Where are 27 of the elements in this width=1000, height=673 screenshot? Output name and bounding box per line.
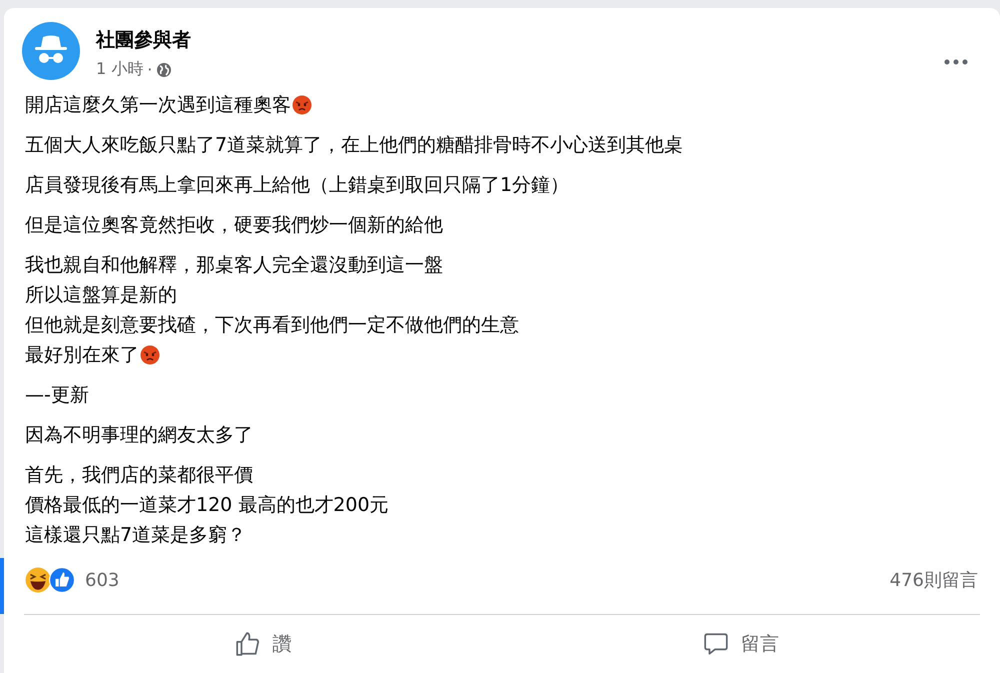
- post-text: 這樣還只點7道菜是多窮？: [25, 523, 246, 548]
- post-text: 但是這位奧客竟然拒收，硬要我們炒一個新的給他: [25, 213, 443, 238]
- speech-bubble-icon: [703, 631, 729, 657]
- post-text: 店員發現後有馬上拿回來再上給他（上錯桌到取回只隔了1分鐘）: [25, 173, 570, 198]
- post-text: 價格最低的一道菜才120 最高的也才200元: [25, 493, 389, 518]
- post-text: 五個大人來吃飯只點了7道菜就算了，在上他們的糖醋排骨時不小心送到其他桌: [25, 133, 684, 158]
- comment-count[interactable]: 476則留言: [890, 568, 978, 592]
- post-text: 最好別在來了: [25, 343, 139, 368]
- separator: ·: [147, 60, 152, 79]
- post-text: 開店這麼久第一次遇到這種奧客: [25, 93, 291, 118]
- post-text: 因為不明事理的網友太多了: [25, 423, 253, 448]
- post-time[interactable]: 1 小時: [96, 59, 144, 80]
- laughing-face-icon[interactable]: [25, 567, 51, 593]
- thumbs-up-icon[interactable]: [49, 567, 75, 593]
- post-text: —-更新: [25, 383, 89, 408]
- post-text: 所以這盤算是新的: [25, 283, 177, 308]
- author-name[interactable]: 社團參與者: [96, 27, 191, 53]
- like-button[interactable]: 讚: [24, 621, 502, 667]
- thumbs-up-icon: [234, 631, 260, 657]
- post-text: 我也親自和他解釋，那桌客人完全還沒動到這一盤: [25, 253, 443, 278]
- post-text: 但他就是刻意要找碴，下次再看到他們一定不做他們的生意: [25, 313, 519, 338]
- post-text: 首先，我們店的菜都很平價: [25, 463, 253, 488]
- more-options-icon[interactable]: [944, 59, 968, 65]
- incognito-avatar-icon[interactable]: [22, 22, 80, 80]
- comment-button[interactable]: 留言: [502, 621, 980, 667]
- globe-icon: [156, 62, 172, 78]
- reaction-count[interactable]: 603: [85, 570, 120, 590]
